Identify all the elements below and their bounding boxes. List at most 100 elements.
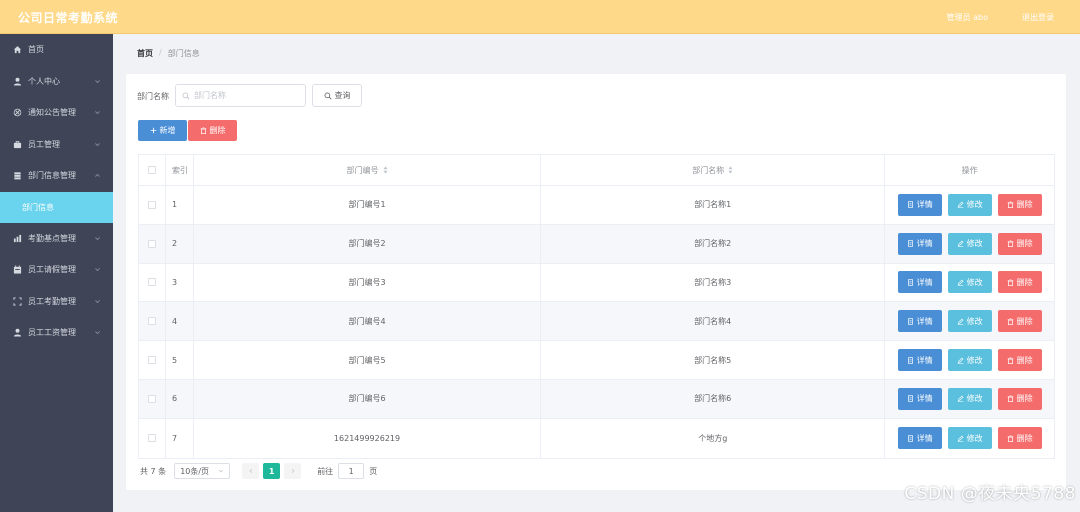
edit-label: 修改 bbox=[966, 394, 983, 404]
table-row[interactable]: 5 部门编号5 部门名称5 详情 修改 删除 bbox=[139, 341, 1054, 380]
cell-ops: 详情 修改 删除 bbox=[885, 225, 1054, 263]
sidebar-item-leave[interactable]: 员工请假管理 bbox=[0, 254, 113, 286]
header-name[interactable]: 部门名称 bbox=[541, 155, 886, 185]
delete-button[interactable]: 删除 bbox=[997, 349, 1042, 372]
row-checkbox[interactable] bbox=[147, 278, 156, 287]
detail-button[interactable]: 详情 bbox=[897, 310, 942, 333]
goto-page-input[interactable] bbox=[338, 463, 365, 479]
row-checkbox[interactable] bbox=[147, 394, 156, 403]
select-all-checkbox[interactable] bbox=[147, 166, 156, 174]
sidebar-item-salary[interactable]: 员工工资管理 bbox=[0, 317, 113, 349]
delete-button[interactable]: 删除 bbox=[997, 232, 1042, 255]
cell-index: 3 bbox=[166, 263, 194, 302]
trash-icon bbox=[1007, 318, 1013, 325]
table-row[interactable]: 6 部门编号6 部门名称6 详情 修改 删除 bbox=[139, 379, 1054, 419]
table-row[interactable]: 7 1621499926219 个地方g 详情 修改 删除 bbox=[139, 418, 1054, 458]
delete-button[interactable]: 删除 bbox=[997, 427, 1042, 450]
cell-name: 个地方g bbox=[541, 418, 886, 458]
cell-index: 7 bbox=[166, 418, 194, 458]
sidebar-item-notice[interactable]: 通知公告管理 bbox=[0, 97, 113, 129]
row-checkbox[interactable] bbox=[147, 434, 156, 443]
edit-button[interactable]: 修改 bbox=[947, 193, 992, 216]
cell-ops: 详情 修改 删除 bbox=[885, 186, 1054, 224]
sort-icon[interactable] bbox=[383, 166, 388, 174]
detail-button[interactable]: 详情 bbox=[897, 232, 942, 255]
detail-button[interactable]: 详情 bbox=[897, 193, 942, 216]
logout-button[interactable]: 退出登录 bbox=[1022, 12, 1054, 23]
table-row[interactable]: 3 部门编号3 部门名称3 详情 修改 删除 bbox=[139, 263, 1054, 303]
detail-label: 详情 bbox=[916, 239, 933, 249]
notice-icon bbox=[13, 108, 22, 117]
sidebar-item-attendance-base[interactable]: 考勤基点管理 bbox=[0, 223, 113, 255]
pagination: 共 7 条 10条/页 1 前往 页 bbox=[140, 463, 377, 479]
delete-button[interactable]: 删除 bbox=[997, 387, 1042, 410]
add-label: 新增 bbox=[159, 126, 176, 135]
cell-code: 部门编号1 bbox=[194, 186, 542, 224]
query-button[interactable]: 查询 bbox=[312, 84, 362, 107]
chevron-down-icon bbox=[94, 141, 101, 148]
plus-icon bbox=[150, 127, 156, 134]
breadcrumb-home[interactable]: 首页 bbox=[137, 48, 153, 59]
scan-icon bbox=[13, 297, 22, 306]
breadcrumb: 首页 / 部门信息 bbox=[137, 48, 200, 59]
page-size-select[interactable]: 10条/页 bbox=[174, 463, 231, 479]
query-label: 查询 bbox=[334, 91, 351, 100]
edit-button[interactable]: 修改 bbox=[947, 310, 992, 333]
cell-name: 部门名称6 bbox=[541, 379, 886, 418]
table-row[interactable]: 4 部门编号4 部门名称4 详情 修改 删除 bbox=[139, 302, 1054, 342]
delete-button[interactable]: 删除 bbox=[997, 193, 1042, 216]
add-button[interactable]: 新增 bbox=[138, 120, 187, 141]
cell-name: 部门名称1 bbox=[541, 186, 886, 224]
sidebar-item-department[interactable]: 部门信息管理 bbox=[0, 160, 113, 192]
sidebar-item-attendance[interactable]: 员工考勤管理 bbox=[0, 286, 113, 318]
row-checkbox[interactable] bbox=[147, 200, 156, 209]
edit-button[interactable]: 修改 bbox=[947, 232, 992, 255]
detail-button[interactable]: 详情 bbox=[897, 271, 942, 294]
cell-index: 2 bbox=[166, 224, 194, 263]
sidebar-item-home[interactable]: 首页 bbox=[0, 34, 113, 66]
edit-button[interactable]: 修改 bbox=[947, 349, 992, 372]
edit-button[interactable]: 修改 bbox=[947, 427, 992, 450]
sidebar-item-label: 员工工资管理 bbox=[28, 328, 76, 338]
chevron-down-icon bbox=[94, 266, 101, 273]
cell-code: 部门编号6 bbox=[194, 379, 542, 418]
row-checkbox[interactable] bbox=[147, 317, 156, 326]
prev-page-button[interactable] bbox=[242, 463, 260, 479]
detail-label: 详情 bbox=[916, 433, 933, 443]
table-row[interactable]: 2 部门编号2 部门名称2 详情 修改 删除 bbox=[139, 224, 1054, 264]
next-page-button[interactable] bbox=[284, 463, 302, 479]
sort-icon[interactable] bbox=[728, 166, 733, 174]
sidebar-item-label: 员工请假管理 bbox=[28, 265, 76, 275]
search-field[interactable] bbox=[175, 84, 306, 107]
cell-ops: 详情 修改 删除 bbox=[885, 419, 1054, 458]
delete-button[interactable]: 删除 bbox=[997, 310, 1042, 333]
detail-label: 详情 bbox=[916, 316, 933, 326]
detail-button[interactable]: 详情 bbox=[897, 349, 942, 372]
sidebar-subitem-department-info[interactable]: 部门信息 bbox=[0, 191, 113, 223]
detail-button[interactable]: 详情 bbox=[897, 387, 942, 410]
search-icon bbox=[182, 92, 190, 99]
edit-button[interactable]: 修改 bbox=[947, 271, 992, 294]
header-code[interactable]: 部门编号 bbox=[194, 155, 542, 185]
row-checkbox[interactable] bbox=[147, 356, 156, 365]
sidebar-item-personal-center[interactable]: 个人中心 bbox=[0, 66, 113, 98]
goto-label: 前往 bbox=[317, 466, 334, 476]
edit-icon bbox=[957, 357, 964, 364]
sidebar-item-label: 个人中心 bbox=[28, 76, 60, 86]
edit-button[interactable]: 修改 bbox=[947, 387, 992, 410]
row-checkbox[interactable] bbox=[147, 239, 156, 248]
detail-button[interactable]: 详情 bbox=[897, 427, 942, 450]
sidebar-item-employees[interactable]: 员工管理 bbox=[0, 129, 113, 161]
table-row[interactable]: 1 部门编号1 部门名称1 详情 修改 删除 bbox=[139, 186, 1054, 225]
sidebar: 首页 个人中心 通知公告管理 员工管理 部门信息管理 部门信息 考勤基点管理 员… bbox=[0, 34, 113, 512]
delete-button[interactable]: 删除 bbox=[997, 271, 1042, 294]
search-label: 部门名称 bbox=[137, 92, 169, 101]
header-ops: 操作 bbox=[961, 165, 978, 175]
chevron-down-icon bbox=[94, 109, 101, 116]
table-body: 1 部门编号1 部门名称1 详情 修改 删除 2 部门编号2 部门名称2 详情 修改 删除 3 部门编号3… bbox=[139, 186, 1054, 458]
page-number-current[interactable]: 1 bbox=[263, 463, 281, 479]
top-header: 公司日常考勤系统 管理员 abo 退出登录 bbox=[0, 0, 1080, 34]
search-input[interactable] bbox=[194, 91, 294, 100]
cell-name: 部门名称2 bbox=[541, 224, 886, 263]
batch-delete-button[interactable]: 删除 bbox=[188, 120, 237, 141]
